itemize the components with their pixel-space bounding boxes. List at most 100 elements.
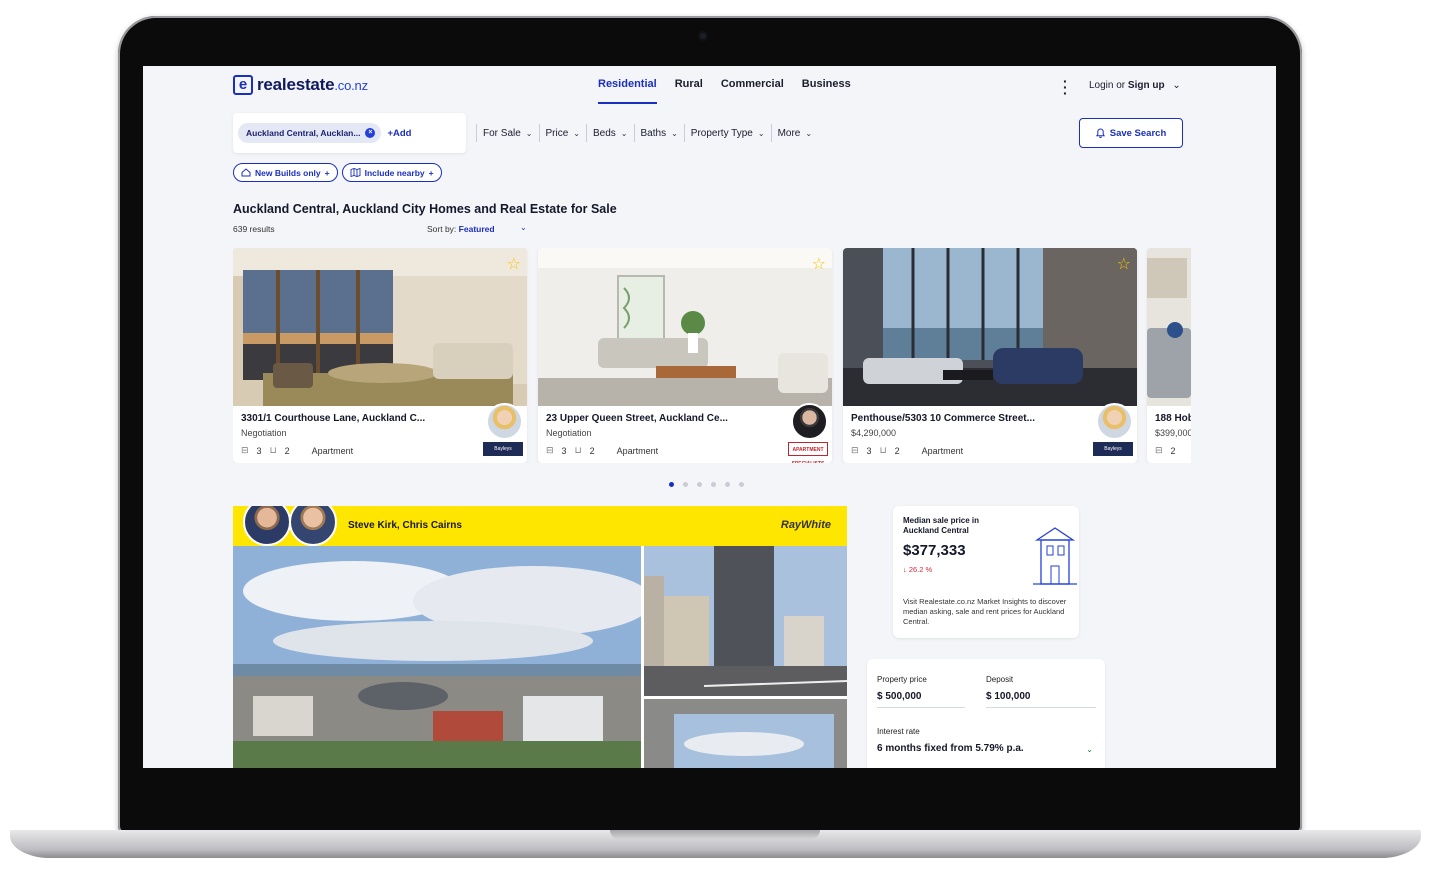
- plus-icon: +: [324, 167, 330, 178]
- chevron-down-icon: ⌄: [573, 128, 580, 138]
- listing-photo[interactable]: [843, 248, 1137, 406]
- login-menu[interactable]: Login or Sign up ⌄: [1089, 80, 1181, 91]
- listing-features: ⊟ 3 ⊔ 2 Apartment: [546, 445, 658, 456]
- bell-icon: [1095, 128, 1105, 138]
- listing-card[interactable]: 188 Hob $399,000 ⊟ 2: [1147, 248, 1191, 463]
- agent-avatar[interactable]: [1096, 403, 1133, 440]
- nav-commercial[interactable]: Commercial: [721, 78, 784, 104]
- agent-avatar[interactable]: [243, 506, 291, 546]
- camera-icon: [698, 31, 708, 41]
- listing-features: ⊟ 3 ⊔ 2 Apartment: [851, 445, 963, 456]
- remove-chip-icon[interactable]: ×: [365, 128, 376, 138]
- bed-count: 3: [256, 445, 262, 456]
- laptop-notch: [610, 830, 820, 839]
- deposit-label: Deposit: [986, 675, 1014, 684]
- filter-bar: For Sale ⌄ Price ⌄ Beds ⌄ Baths ⌄ Property T…: [476, 124, 818, 142]
- filter-beds[interactable]: Beds ⌄: [586, 124, 634, 142]
- favorite-star-icon[interactable]: ☆: [812, 254, 826, 274]
- chevron-down-icon[interactable]: ⌄: [1086, 745, 1093, 754]
- bed-icon: ⊟: [241, 445, 249, 455]
- carousel-dot[interactable]: [683, 482, 688, 487]
- listing-address[interactable]: 188 Hob: [1155, 413, 1191, 424]
- bath-count: 2: [894, 445, 900, 456]
- home-icon: [241, 168, 251, 177]
- aerial-city-photo[interactable]: [233, 546, 641, 768]
- bath-icon: ⊔: [269, 445, 277, 455]
- filter-more[interactable]: More ⌄: [770, 124, 819, 142]
- location-chip-label: Auckland Central, Aucklan...: [246, 128, 361, 138]
- listing-card[interactable]: ☆ Penthouse/5303 10 Commerce Street... $…: [843, 248, 1137, 463]
- logo-mark-icon: e: [233, 75, 253, 95]
- agent-avatar[interactable]: [289, 506, 337, 546]
- listing-card[interactable]: ☆ 23 Upper Queen Street, Auckland Ce... …: [538, 248, 832, 463]
- property-price-input[interactable]: $ 500,000: [877, 691, 965, 708]
- carousel-dot[interactable]: [669, 482, 674, 487]
- listing-price: $4,290,000: [851, 428, 897, 438]
- chevron-down-icon: ⌄: [671, 128, 678, 138]
- site-logo[interactable]: e realestate.co.nz: [233, 74, 368, 96]
- interest-rate-label: Interest rate: [877, 727, 920, 736]
- logo-text: realestate.co.nz: [257, 75, 368, 95]
- filter-label: For Sale: [483, 127, 521, 139]
- bath-count: 2: [589, 445, 595, 456]
- pill-label: Include nearby: [364, 167, 425, 178]
- location-search[interactable]: Auckland Central, Aucklan... × +Add: [233, 113, 466, 153]
- mortgage-calculator: Property price $ 500,000 Deposit $ 100,0…: [867, 659, 1105, 768]
- bed-count: 3: [561, 445, 567, 456]
- filter-label: Beds: [593, 127, 616, 139]
- sign-up-link[interactable]: Sign up: [1128, 80, 1165, 91]
- building-street-photo[interactable]: [644, 546, 847, 696]
- include-nearby-toggle[interactable]: Include nearby +: [341, 163, 442, 182]
- listing-address[interactable]: 23 Upper Queen Street, Auckland Ce...: [546, 413, 728, 424]
- interest-rate-select[interactable]: 6 months fixed from 5.79% p.a.: [877, 743, 1095, 759]
- agent-avatar[interactable]: [791, 403, 828, 440]
- add-location-link[interactable]: +Add: [387, 128, 411, 139]
- location-chip[interactable]: Auckland Central, Aucklan... ×: [238, 123, 382, 143]
- plus-icon: +: [428, 167, 434, 178]
- chevron-down-icon: ⌄: [805, 128, 813, 138]
- filter-baths[interactable]: Baths ⌄: [633, 124, 684, 142]
- save-search-button[interactable]: Save Search: [1079, 118, 1183, 148]
- filter-for-sale[interactable]: For Sale ⌄: [476, 124, 539, 142]
- favorite-star-icon[interactable]: ☆: [1117, 254, 1131, 274]
- pill-label: New Builds only: [255, 167, 321, 178]
- market-insight-card[interactable]: Median sale price in Auckland Central $3…: [893, 506, 1079, 638]
- page-title: Auckland Central, Auckland City Homes an…: [233, 202, 617, 216]
- new-builds-toggle[interactable]: New Builds only +: [233, 163, 338, 182]
- listing-address[interactable]: 3301/1 Courthouse Lane, Auckland C...: [241, 413, 425, 424]
- sort-prefix: Sort by:: [427, 224, 457, 234]
- listing-photo[interactable]: [538, 248, 832, 406]
- carousel-dot[interactable]: [711, 482, 716, 487]
- nav-residential[interactable]: Residential: [598, 78, 657, 104]
- sort-dropdown[interactable]: Sort by: Featured: [427, 224, 495, 234]
- carousel-dot[interactable]: [739, 482, 744, 487]
- filter-label: Baths: [640, 127, 667, 139]
- listing-address[interactable]: Penthouse/5303 10 Commerce Street...: [851, 413, 1035, 424]
- favorite-star-icon[interactable]: ☆: [507, 254, 521, 274]
- agent-avatar[interactable]: [486, 403, 523, 440]
- balcony-view-photo[interactable]: [644, 699, 847, 768]
- carousel-pagination: [669, 482, 744, 487]
- agent-banner: Steve Kirk, Chris Cairns RayWhite: [233, 506, 847, 546]
- filter-property-type[interactable]: Property Type ⌄: [683, 124, 771, 142]
- carousel-dot[interactable]: [725, 482, 730, 487]
- nav-rural[interactable]: Rural: [675, 78, 703, 104]
- logo-tld: .co.nz: [334, 78, 368, 93]
- nav-business[interactable]: Business: [802, 78, 851, 104]
- deposit-input[interactable]: $ 100,000: [986, 691, 1096, 708]
- featured-agent-listing[interactable]: Steve Kirk, Chris Cairns RayWhite: [233, 506, 847, 768]
- ray-white-logo: RayWhite: [780, 519, 831, 531]
- carousel-dot[interactable]: [697, 482, 702, 487]
- chevron-down-icon[interactable]: ⌄: [520, 223, 527, 232]
- listing-photo[interactable]: [233, 248, 527, 406]
- bath-icon: ⊔: [879, 445, 887, 455]
- property-type: Apartment: [616, 445, 659, 456]
- laptop-mockup: e realestate.co.nz Residential Rural Com…: [0, 0, 1431, 885]
- filter-price[interactable]: Price ⌄: [538, 124, 587, 142]
- listing-card[interactable]: ☆ 3301/1 Courthouse Lane, Auckland C... …: [233, 248, 527, 463]
- kebab-menu-icon[interactable]: · · ·: [1063, 74, 1068, 100]
- chevron-down-icon: ⌄: [620, 128, 628, 138]
- listing-photo[interactable]: [1147, 248, 1191, 406]
- agency-brand-logo: APARTMENT SPECIALISTS: [788, 442, 828, 463]
- chevron-down-icon: ⌄: [757, 128, 765, 138]
